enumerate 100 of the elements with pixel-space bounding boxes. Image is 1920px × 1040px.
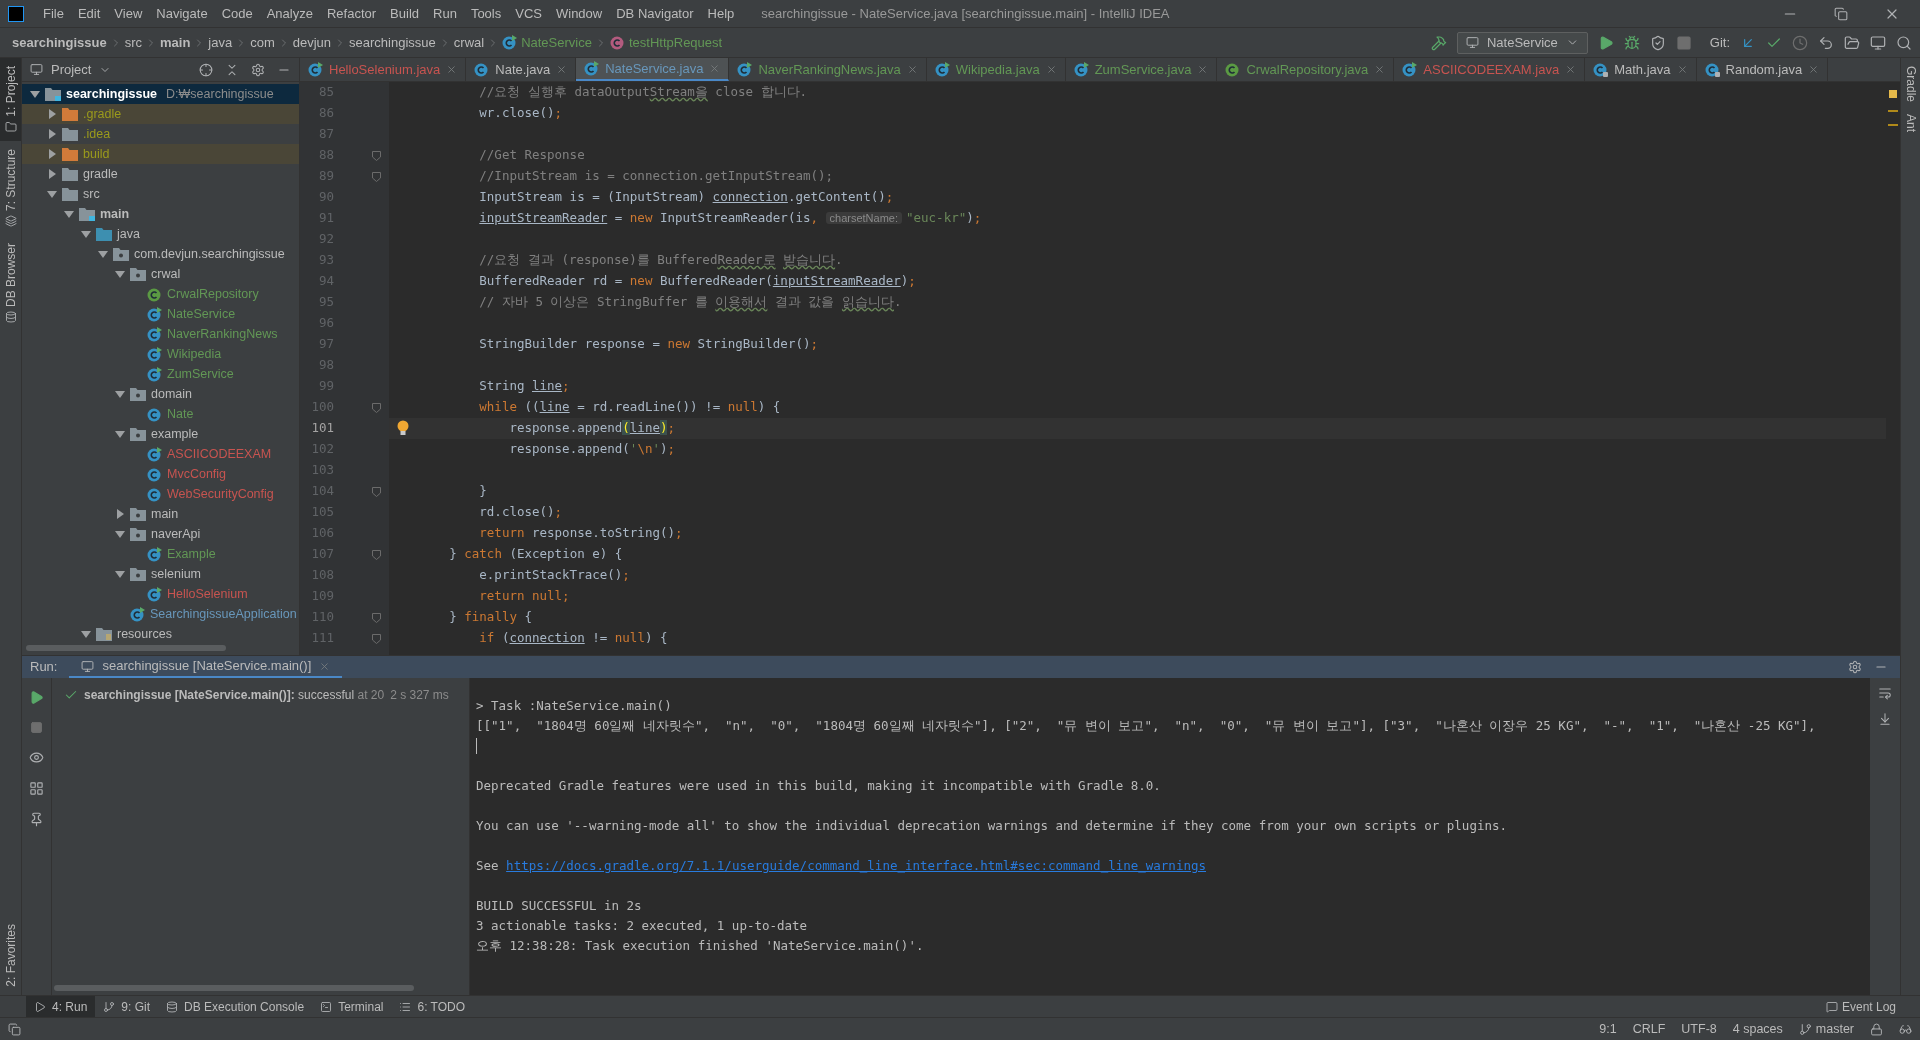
editor-tab[interactable]: Wikipedia.java	[926, 58, 1066, 81]
tool-window-button[interactable]: DB Execution Console	[158, 996, 313, 1017]
tree-item[interactable]: crwal	[22, 264, 299, 284]
event-log-button[interactable]: Event Log	[1825, 996, 1896, 1017]
rollback-icon[interactable]	[1818, 34, 1834, 51]
scroll-to-end-icon[interactable]	[1878, 712, 1892, 726]
breadcrumb[interactable]: searchingissue	[349, 32, 436, 53]
scrollbar[interactable]	[54, 985, 414, 991]
breadcrumb[interactable]: src	[124, 32, 142, 53]
warning-marker[interactable]	[1888, 124, 1898, 126]
tree-item[interactable]: ZumService	[22, 364, 299, 384]
tree-item[interactable]: resources	[22, 624, 299, 644]
breadcrumb[interactable]: main	[160, 32, 191, 53]
caret-position[interactable]: 9:1	[1599, 1019, 1617, 1039]
close-icon[interactable]	[1045, 64, 1057, 75]
tree-item[interactable]: .gradle	[22, 104, 299, 124]
arrow-icon[interactable]	[115, 569, 125, 579]
tree-item[interactable]: searchingissue D:₩searchingissue	[22, 84, 299, 104]
stop-icon[interactable]	[30, 721, 43, 734]
scrollbar[interactable]	[26, 645, 226, 651]
arrow-icon[interactable]	[81, 629, 91, 639]
arrow-icon[interactable]	[30, 89, 40, 99]
menu-item[interactable]: View	[107, 3, 150, 24]
fold-icon[interactable]	[372, 486, 381, 497]
locate-icon[interactable]	[199, 62, 213, 77]
inspector-icon[interactable]	[1899, 1022, 1912, 1036]
line-separator[interactable]: CRLF	[1632, 1019, 1666, 1039]
fold-icon[interactable]	[372, 402, 381, 413]
history-icon[interactable]	[1792, 34, 1808, 51]
search-icon[interactable]	[1896, 34, 1912, 51]
eye-icon[interactable]	[29, 750, 44, 765]
arrow-icon[interactable]	[47, 169, 57, 179]
arrow-icon[interactable]	[115, 509, 125, 519]
pin-icon[interactable]	[29, 812, 44, 827]
tree-item[interactable]: Wikipedia	[22, 344, 299, 364]
arrow-icon[interactable]	[81, 229, 91, 239]
menu-item[interactable]: Analyze	[259, 3, 320, 24]
close-icon[interactable]	[1676, 64, 1688, 75]
run-result[interactable]: searchingissue [NateService.main()]: successful at 20	[84, 686, 385, 704]
tree-item[interactable]: Example	[22, 544, 299, 564]
tree-item[interactable]: CrwalRepository	[22, 284, 299, 304]
fold-icon[interactable]	[372, 549, 381, 560]
settings-icon[interactable]	[1848, 660, 1862, 674]
folder-icon[interactable]	[1844, 34, 1860, 51]
menu-item[interactable]: Window	[548, 3, 610, 24]
arrow-icon[interactable]	[115, 269, 125, 279]
editor-tab[interactable]: Random.java	[1696, 58, 1829, 81]
tree-item[interactable]: SearchingissueApplication	[22, 604, 299, 624]
menu-item[interactable]: Build	[383, 3, 426, 24]
tree-item[interactable]: gradle	[22, 164, 299, 184]
breadcrumb[interactable]: devjun	[292, 32, 332, 53]
breadcrumb[interactable]: NateService	[502, 32, 592, 53]
menu-item[interactable]: Code	[214, 3, 260, 24]
warning-marker[interactable]	[1888, 110, 1898, 112]
tool-window-button[interactable]: 6: TODO	[391, 996, 474, 1017]
menu-item[interactable]: Run	[426, 3, 464, 24]
tool-window-button[interactable]: 9: Git	[95, 996, 159, 1017]
stop-icon[interactable]	[1675, 34, 1692, 51]
tool-window-tab[interactable]: DB Browser	[0, 234, 21, 331]
close-icon[interactable]	[1374, 64, 1386, 75]
tool-window-tab[interactable]: 7: Structure	[0, 140, 21, 235]
breadcrumb[interactable]: com	[250, 32, 275, 53]
arrow-icon[interactable]	[115, 429, 125, 439]
fold-icon[interactable]	[372, 633, 381, 644]
tool-window-tab[interactable]: Ant	[1901, 114, 1920, 133]
tool-window-tab[interactable]: 2: Favorites	[1, 924, 20, 987]
tree-item[interactable]: build	[22, 144, 299, 164]
fold-icon[interactable]	[372, 612, 381, 623]
tool-window-tab[interactable]: Gradle	[1901, 66, 1920, 103]
layout-icon[interactable]	[29, 781, 44, 796]
menu-item[interactable]: DB Navigator	[609, 3, 701, 24]
debug-icon[interactable]	[1623, 34, 1640, 51]
tree-item[interactable]: naverApi	[22, 524, 299, 544]
editor-tab[interactable]: CrwalRepository.java	[1217, 58, 1395, 81]
tool-window-button[interactable]: 4: Run	[26, 996, 96, 1017]
editor-tab[interactable]: Math.java	[1585, 58, 1697, 81]
arrow-icon[interactable]	[64, 209, 74, 219]
arrow-icon[interactable]	[47, 149, 57, 159]
fold-icon[interactable]	[372, 171, 381, 182]
rerun-icon[interactable]	[29, 690, 44, 705]
wrap-icon[interactable]	[1878, 686, 1892, 700]
menu-item[interactable]: Help	[700, 3, 742, 24]
tree-item[interactable]: NateService	[22, 304, 299, 324]
editor-tab[interactable]: NaverRankingNews.java	[729, 58, 927, 81]
tool-window-tab[interactable]: 1: Project	[0, 58, 21, 141]
fold-icon[interactable]	[372, 150, 381, 161]
breadcrumb[interactable]: testHttpRequest	[609, 32, 723, 53]
arrow-icon[interactable]	[115, 389, 125, 399]
tree-item[interactable]: NaverRankingNews	[22, 324, 299, 344]
tree-item[interactable]: main	[22, 504, 299, 524]
docs-link[interactable]: https://docs.gradle.org/7.1.1/userguide/command_line_interface.html#sec:command_line_warnings	[506, 856, 1206, 876]
menu-item[interactable]: Navigate	[149, 3, 215, 24]
breadcrumb[interactable]: searchingissue	[12, 32, 107, 53]
project-view-dropdown[interactable]: Project	[30, 59, 112, 80]
arrow-icon[interactable]	[47, 189, 57, 199]
tree-item[interactable]: java	[22, 224, 299, 244]
lock-icon[interactable]	[1870, 1022, 1883, 1036]
coverage-icon[interactable]	[1649, 34, 1666, 51]
breadcrumb[interactable]: crwal	[453, 32, 485, 53]
menu-item[interactable]: Refactor	[319, 3, 384, 24]
